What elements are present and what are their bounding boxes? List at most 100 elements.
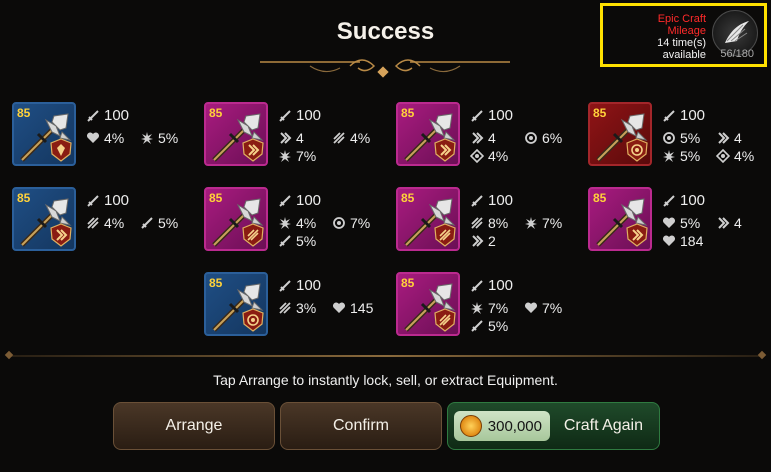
equipment-item[interactable]: 85 100 7% 7% 5% — [396, 272, 574, 342]
equipment-item[interactable]: 85 100 4% 5% — [12, 187, 190, 257]
sub-stat: 5% — [278, 233, 316, 249]
equipment-level: 85 — [593, 106, 607, 120]
equipment-item[interactable]: 85 100 4% 5% — [12, 102, 190, 172]
crit-burst-icon — [525, 217, 537, 229]
craft-again-button[interactable]: 300,000 Craft Again — [447, 402, 660, 450]
equipment-item[interactable]: 85 100 5% 4 184 — [588, 187, 766, 257]
heart-icon — [662, 235, 676, 246]
arrange-hint: Tap Arrange to instantly lock, sell, or … — [213, 372, 558, 388]
attack-sword-icon — [471, 279, 483, 292]
crit-damage-icon — [87, 217, 99, 229]
equipment-thumbnail[interactable]: 85 — [12, 187, 76, 251]
equipment-thumbnail[interactable]: 85 — [396, 187, 460, 251]
main-stat-value: 100 — [488, 107, 514, 124]
sub-stat: 7% — [524, 300, 562, 316]
equipment-item[interactable]: 85 100 3% 145 — [204, 272, 382, 342]
sub-stat: 7% — [470, 300, 508, 316]
epic-craft-mileage[interactable]: Epic Craft Mileage 14 time(s) available … — [600, 3, 767, 67]
sub-stat: 8% — [470, 215, 508, 231]
equipment-item[interactable]: 85 100 5% 4 5% 4% — [588, 102, 766, 172]
crit-burst-icon — [663, 150, 675, 162]
effectiveness-icon — [333, 217, 345, 229]
equipment-item[interactable]: 85 100 4 6% 4% — [396, 102, 574, 172]
main-stat-value: 100 — [488, 277, 514, 294]
sub-stat: 5% — [140, 130, 178, 146]
equipment-item[interactable]: 85 100 4% 7% 5% — [204, 187, 382, 257]
main-stat: 100 — [86, 192, 129, 209]
sub-stat: 6% — [524, 130, 562, 146]
crit-burst-icon — [279, 217, 291, 229]
main-stat: 100 — [278, 192, 321, 209]
sub-stat: 7% — [524, 215, 562, 231]
main-stat-value: 100 — [488, 192, 514, 209]
sub-stat: 5% — [470, 318, 508, 334]
attack-sword-icon — [471, 109, 483, 122]
equipment-thumbnail[interactable]: 85 — [396, 272, 460, 336]
sub-stat: 4 — [278, 130, 304, 146]
result-header: Success Epic Craft Mileage 14 time(s) av… — [0, 0, 771, 90]
equipment-thumbnail[interactable]: 85 — [588, 102, 652, 166]
crit-damage-icon — [333, 132, 345, 144]
sub-stat: 5% — [662, 130, 700, 146]
equipment-level: 85 — [401, 276, 415, 290]
equipment-thumbnail[interactable]: 85 — [12, 102, 76, 166]
sub-stat-value: 8% — [488, 215, 509, 231]
sub-stat-value: 4% — [104, 130, 125, 146]
equipment-level: 85 — [593, 191, 607, 205]
equipment-level: 85 — [209, 106, 223, 120]
attack-sword-icon — [471, 194, 483, 207]
equipment-item[interactable]: 85 100 4 4% 7% — [204, 102, 382, 172]
confirm-button[interactable]: Confirm — [280, 402, 442, 450]
speed-chevron-icon — [718, 217, 730, 229]
equipment-thumbnail[interactable]: 85 — [588, 187, 652, 251]
main-stat: 100 — [470, 277, 513, 294]
main-stat: 100 — [278, 107, 321, 124]
equipment-thumbnail[interactable]: 85 — [204, 187, 268, 251]
equipment-level: 85 — [401, 191, 415, 205]
crit-set-icon — [434, 308, 456, 332]
equipment-level: 85 — [17, 191, 31, 205]
sub-stat: 4% — [470, 148, 508, 164]
gold-coin-icon — [460, 415, 482, 437]
craft-cost: 300,000 — [454, 411, 550, 441]
main-stat: 100 — [278, 277, 321, 294]
craft-again-label: Craft Again — [563, 417, 643, 434]
effect-resist-icon — [716, 149, 730, 163]
sub-stat-value: 4 — [734, 215, 742, 231]
main-stat: 100 — [662, 192, 705, 209]
equipment-thumbnail[interactable]: 85 — [396, 102, 460, 166]
shield-set-icon — [50, 138, 72, 162]
equipment-level: 85 — [17, 106, 31, 120]
title-ornament — [260, 59, 510, 78]
sub-stat: 5% — [140, 215, 178, 231]
heart-icon — [86, 132, 100, 143]
sub-stat: 4% — [332, 130, 370, 146]
heart-icon — [524, 302, 538, 313]
attack-sword-icon — [141, 217, 153, 229]
sub-stat-value: 5% — [158, 130, 179, 146]
sub-stat: 4 — [716, 130, 742, 146]
sub-stat: 4 — [716, 215, 742, 231]
equipment-level: 85 — [209, 276, 223, 290]
sub-stat: 184 — [662, 233, 703, 249]
crit-set-icon — [242, 223, 264, 247]
arrange-button[interactable]: Arrange — [113, 402, 275, 450]
sub-stat: 4% — [86, 130, 124, 146]
mileage-label-2: Mileage — [667, 25, 706, 37]
sub-stat-value: 3% — [296, 300, 317, 316]
sub-stat: 4% — [278, 215, 316, 231]
mileage-available: available — [662, 49, 706, 61]
equipment-thumbnail[interactable]: 85 — [204, 272, 268, 336]
main-stat-value: 100 — [296, 192, 322, 209]
main-stat-value: 100 — [104, 107, 130, 124]
sub-stat-value: 7% — [542, 300, 563, 316]
heart-icon — [662, 217, 676, 228]
main-stat-value: 100 — [296, 107, 322, 124]
attack-sword-icon — [663, 109, 675, 122]
speed-set-icon — [434, 138, 456, 162]
equipment-item[interactable]: 85 100 8% 7% 2 — [396, 187, 574, 257]
sub-stat-value: 7% — [296, 148, 317, 164]
equipment-thumbnail[interactable]: 85 — [204, 102, 268, 166]
equipment-level: 85 — [401, 106, 415, 120]
speed-chevron-icon — [472, 132, 484, 144]
